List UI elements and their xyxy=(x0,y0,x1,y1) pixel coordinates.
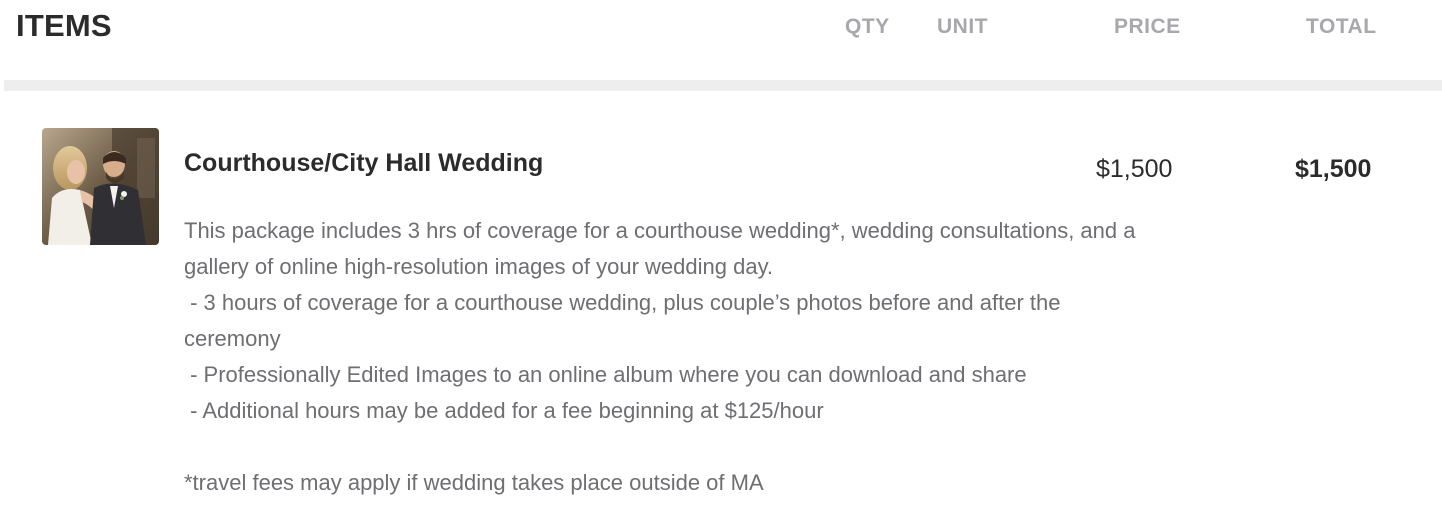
description-line: - Professionally Edited Images to an onl… xyxy=(184,362,1027,387)
column-header-price: PRICE xyxy=(1114,15,1181,38)
description-line: gallery of online high-resolution images… xyxy=(184,254,774,279)
item-unit-price: $1,500 xyxy=(1096,155,1173,183)
item-title: Courthouse/City Hall Wedding xyxy=(184,149,544,177)
items-heading: ITEMS xyxy=(16,8,112,43)
items-header: ITEMS QTY UNIT PRICE TOTAL xyxy=(0,0,1442,80)
column-header-total: TOTAL xyxy=(1306,15,1377,38)
column-header-unit: UNIT xyxy=(937,15,988,38)
description-line: - Additional hours may be added for a fe… xyxy=(184,398,824,423)
description-line: - 3 hours of coverage for a courthouse w… xyxy=(184,290,1061,315)
wedding-photo-thumbnail xyxy=(42,128,159,245)
item-thumbnail xyxy=(42,128,159,245)
column-header-qty: QTY xyxy=(845,15,890,38)
item-total-price: $1,500 xyxy=(1295,155,1372,183)
description-line: ceremony xyxy=(184,326,281,351)
header-divider xyxy=(4,80,1442,91)
item-description: This package includes 3 hrs of coverage … xyxy=(184,213,1414,501)
description-line: This package includes 3 hrs of coverage … xyxy=(184,218,1136,243)
invoice-items-section: ITEMS QTY UNIT PRICE TOTAL Courthouse/Ci… xyxy=(0,0,1442,527)
travel-fee-note: *travel fees may apply if wedding takes … xyxy=(184,470,764,495)
